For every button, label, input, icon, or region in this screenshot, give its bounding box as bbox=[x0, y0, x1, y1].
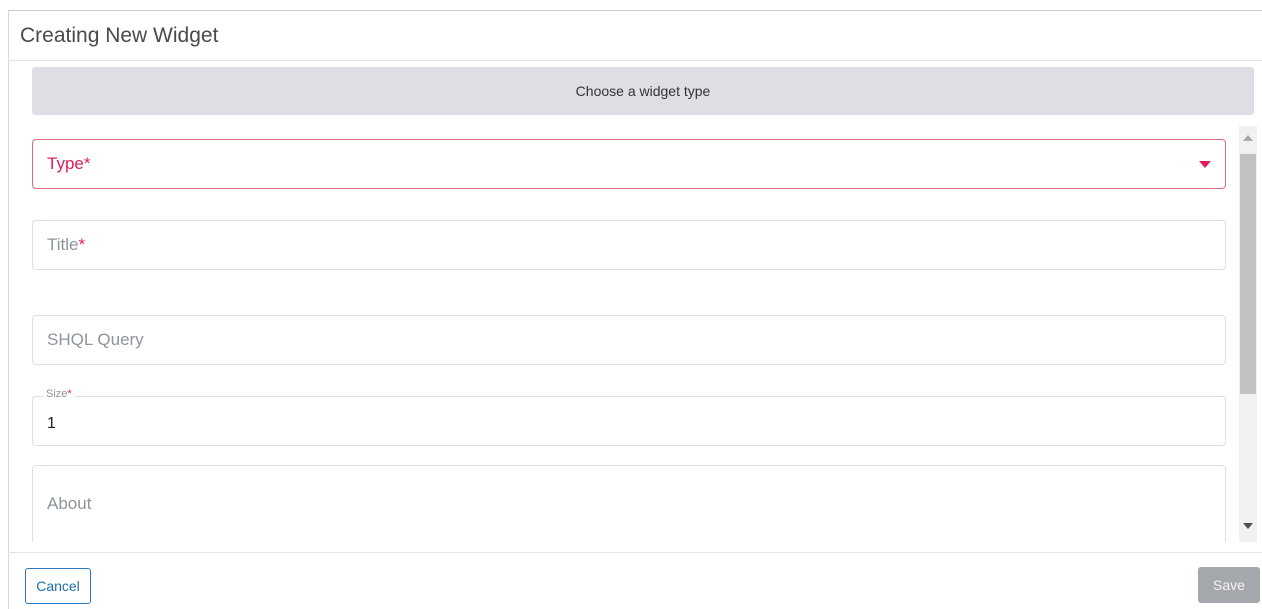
about-placeholder: About bbox=[47, 494, 92, 513]
type-select[interactable]: Type* bbox=[32, 139, 1226, 189]
cancel-button[interactable]: Cancel bbox=[25, 568, 91, 604]
widget-type-banner: Choose a widget type bbox=[32, 67, 1254, 115]
shql-query-input[interactable]: SHQL Query bbox=[32, 315, 1226, 365]
title-input[interactable]: Title* bbox=[32, 220, 1226, 270]
caret-down-icon[interactable] bbox=[1199, 161, 1211, 168]
scrollbar-thumb[interactable] bbox=[1240, 154, 1256, 394]
size-value: 1 bbox=[47, 415, 56, 432]
dialog-title: Creating New Widget bbox=[20, 24, 219, 47]
scroll-down-arrow-icon[interactable] bbox=[1243, 523, 1253, 529]
create-widget-dialog: Creating New Widget Choose a widget type… bbox=[0, 0, 1262, 609]
form-scroll-area[interactable]: Type* Title* SHQL Query Size* 1 About bbox=[8, 126, 1262, 542]
scroll-up-arrow-icon[interactable] bbox=[1243, 135, 1253, 141]
title-divider bbox=[8, 60, 1262, 61]
footer-divider bbox=[8, 552, 1262, 553]
about-textarea[interactable]: About bbox=[32, 465, 1226, 542]
form-scrollbar[interactable] bbox=[1239, 126, 1257, 542]
type-label: Type* bbox=[47, 154, 91, 173]
size-label: Size* bbox=[43, 388, 75, 400]
size-input[interactable]: Size* 1 bbox=[32, 388, 1226, 446]
save-button[interactable]: Save bbox=[1198, 567, 1260, 603]
shql-query-placeholder: SHQL Query bbox=[47, 330, 144, 349]
title-placeholder: Title* bbox=[47, 235, 86, 254]
dialog-top-border bbox=[8, 10, 1262, 11]
